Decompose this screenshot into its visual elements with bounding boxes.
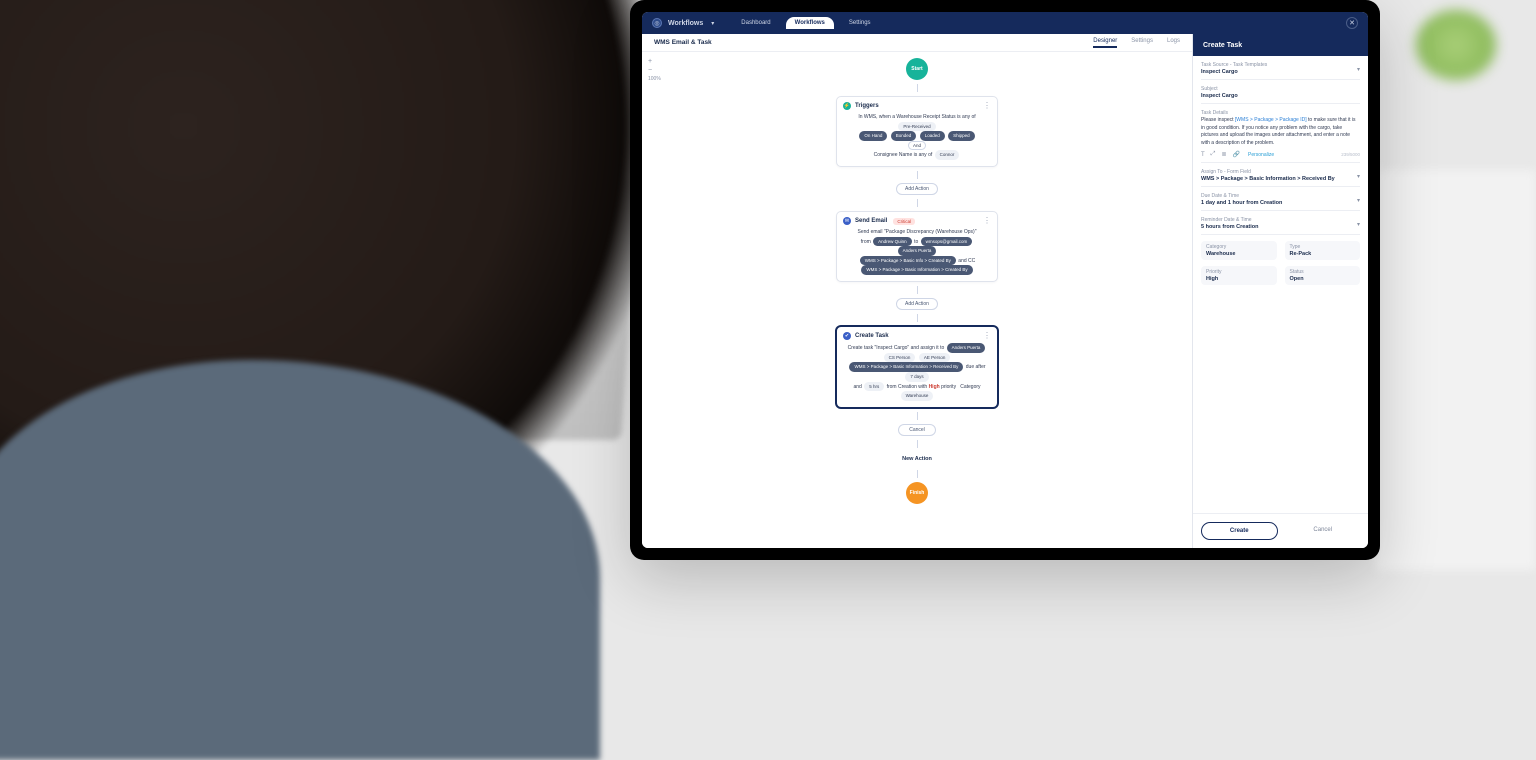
- triggers-body: In WMS, when a Warehouse Receipt Status …: [843, 113, 991, 160]
- background-plant: [1416, 10, 1496, 80]
- new-action-label[interactable]: New Action: [902, 452, 932, 466]
- priority-label: Priority: [1206, 269, 1272, 275]
- close-icon[interactable]: ✕: [1346, 17, 1358, 29]
- send-email-title: Send Email: [855, 218, 887, 224]
- merge-field-link[interactable]: [WMS > Package > Package ID]: [1235, 117, 1307, 123]
- app-screen: ◎ Workflows ▾ Dashboard Workflows Settin…: [642, 12, 1368, 548]
- task-source-value: Inspect Cargo: [1201, 69, 1238, 75]
- send-email-body: Send email "Package Discrepancy (Warehou…: [843, 228, 991, 275]
- subject-value: Inspect Cargo: [1201, 93, 1238, 99]
- task-details-label: Task Details: [1201, 110, 1360, 116]
- mail-icon: ✉: [843, 217, 851, 225]
- task-details-text[interactable]: Please inspect [WMS > Package > Package …: [1201, 117, 1360, 147]
- subtab-logs[interactable]: Logs: [1167, 38, 1180, 48]
- connector: [917, 440, 918, 448]
- connector: [917, 470, 918, 478]
- monitor-frame: ◎ Workflows ▾ Dashboard Workflows Settin…: [630, 0, 1380, 560]
- finish-node[interactable]: Finish: [906, 482, 928, 504]
- editor-toolbar: T ⤢ ≣ 🔗 Personalize 239/5000: [1201, 151, 1360, 158]
- triggers-title: Triggers: [855, 103, 879, 109]
- brand-label[interactable]: Workflows: [668, 20, 703, 27]
- subheader: WMS Email & Task Designer Settings Logs: [642, 34, 1192, 52]
- type-value: Re-Pack: [1290, 251, 1312, 257]
- nav-tab-settings[interactable]: Settings: [840, 17, 880, 29]
- connector: [917, 199, 918, 207]
- status-label: Status: [1290, 269, 1356, 275]
- category-label: Category: [1206, 244, 1272, 250]
- cancel-button[interactable]: Cancel: [1286, 522, 1361, 540]
- create-task-card[interactable]: ✔ Create Task ⋮ Create task "Inspect Car…: [836, 326, 998, 408]
- char-count: 239/5000: [1341, 152, 1360, 157]
- connector: [917, 84, 918, 92]
- add-action-button[interactable]: Add Action: [896, 298, 938, 310]
- type-field[interactable]: Type Re-Pack: [1285, 241, 1361, 260]
- panel-title: Create Task: [1193, 34, 1368, 56]
- workflow-title: WMS Email & Task: [654, 39, 712, 46]
- cancel-inline-button[interactable]: Cancel: [898, 424, 936, 436]
- background-cabinet: [1376, 170, 1536, 570]
- subject-field[interactable]: Subject Inspect Cargo: [1201, 86, 1360, 104]
- status-value: Open: [1290, 276, 1304, 282]
- task-source-field[interactable]: Task Source - Task Templates Inspect Car…: [1201, 62, 1360, 80]
- add-action-button[interactable]: Add Action: [896, 183, 938, 195]
- category-field[interactable]: Category Warehouse: [1201, 241, 1277, 260]
- chevron-down-icon[interactable]: ▾: [1357, 173, 1360, 180]
- triggers-card[interactable]: ⚡ Triggers ⋮ In WMS, when a Warehouse Re…: [836, 96, 998, 167]
- trigger-icon: ⚡: [843, 102, 851, 110]
- due-date-value: 1 day and 1 hour from Creation: [1201, 200, 1282, 206]
- priority-value: High: [1206, 276, 1218, 282]
- due-date-field[interactable]: Due Date & Time 1 day and 1 hour from Cr…: [1201, 193, 1360, 211]
- chevron-down-icon[interactable]: ▾: [711, 20, 714, 27]
- nav-tab-workflows[interactable]: Workflows: [786, 17, 834, 29]
- reminder-label: Reminder Date & Time: [1201, 217, 1360, 223]
- text-style-icon[interactable]: T: [1201, 152, 1205, 158]
- connector: [917, 412, 918, 420]
- task-details-field[interactable]: Task Details Please inspect [WMS > Packa…: [1201, 110, 1360, 163]
- start-node[interactable]: Start: [906, 58, 928, 80]
- reminder-value: 5 hours from Creation: [1201, 224, 1258, 230]
- subject-label: Subject: [1201, 86, 1360, 92]
- zoom-out-button[interactable]: −: [648, 67, 661, 74]
- zoom-level: 100%: [648, 76, 661, 82]
- chevron-down-icon[interactable]: ▾: [1357, 197, 1360, 204]
- brand-icon: ◎: [652, 18, 662, 28]
- reminder-field[interactable]: Reminder Date & Time 5 hours from Creati…: [1201, 217, 1360, 235]
- type-label: Type: [1290, 244, 1356, 250]
- expand-icon[interactable]: ⤢: [1211, 151, 1216, 158]
- subtab-settings[interactable]: Settings: [1131, 38, 1153, 48]
- subtab-designer[interactable]: Designer: [1093, 38, 1117, 48]
- link-icon[interactable]: 🔗: [1233, 151, 1240, 158]
- send-email-card[interactable]: ✉ Send Email Critical ⋮ Send email "Pack…: [836, 211, 998, 282]
- connector: [917, 314, 918, 322]
- create-button[interactable]: Create: [1201, 522, 1278, 540]
- priority-field[interactable]: Priority High: [1201, 266, 1277, 285]
- assign-to-value: WMS > Package > Basic Information > Rece…: [1201, 176, 1335, 182]
- chevron-down-icon[interactable]: ▾: [1357, 221, 1360, 228]
- zoom-in-button[interactable]: +: [648, 58, 661, 65]
- personalize-button[interactable]: Personalize: [1248, 152, 1274, 158]
- task-icon: ✔: [843, 332, 851, 340]
- list-icon[interactable]: ≣: [1221, 151, 1226, 158]
- create-task-title: Create Task: [855, 333, 889, 339]
- chevron-down-icon[interactable]: ▾: [1357, 66, 1360, 73]
- zoom-controls: + − 100%: [648, 58, 661, 82]
- workflow-canvas[interactable]: + − 100% Start ⚡ Triggers ⋮: [642, 52, 1192, 548]
- assign-to-label: Assign To - Form Field: [1201, 169, 1360, 175]
- assign-to-field[interactable]: Assign To - Form Field WMS > Package > B…: [1201, 169, 1360, 187]
- kebab-icon[interactable]: ⋮: [983, 219, 991, 223]
- category-value: Warehouse: [1206, 251, 1235, 257]
- connector: [917, 171, 918, 179]
- task-source-label: Task Source - Task Templates: [1201, 62, 1360, 68]
- due-date-label: Due Date & Time: [1201, 193, 1360, 199]
- kebab-icon[interactable]: ⋮: [983, 334, 991, 338]
- nav-tab-dashboard[interactable]: Dashboard: [732, 17, 779, 29]
- topbar: ◎ Workflows ▾ Dashboard Workflows Settin…: [642, 12, 1368, 34]
- connector: [917, 286, 918, 294]
- create-task-panel: Create Task Task Source - Task Templates…: [1192, 34, 1368, 548]
- create-task-body: Create task "Inspect Cargo" and assign i…: [843, 343, 991, 401]
- kebab-icon[interactable]: ⋮: [983, 104, 991, 108]
- critical-badge: Critical: [893, 218, 915, 225]
- status-field[interactable]: Status Open: [1285, 266, 1361, 285]
